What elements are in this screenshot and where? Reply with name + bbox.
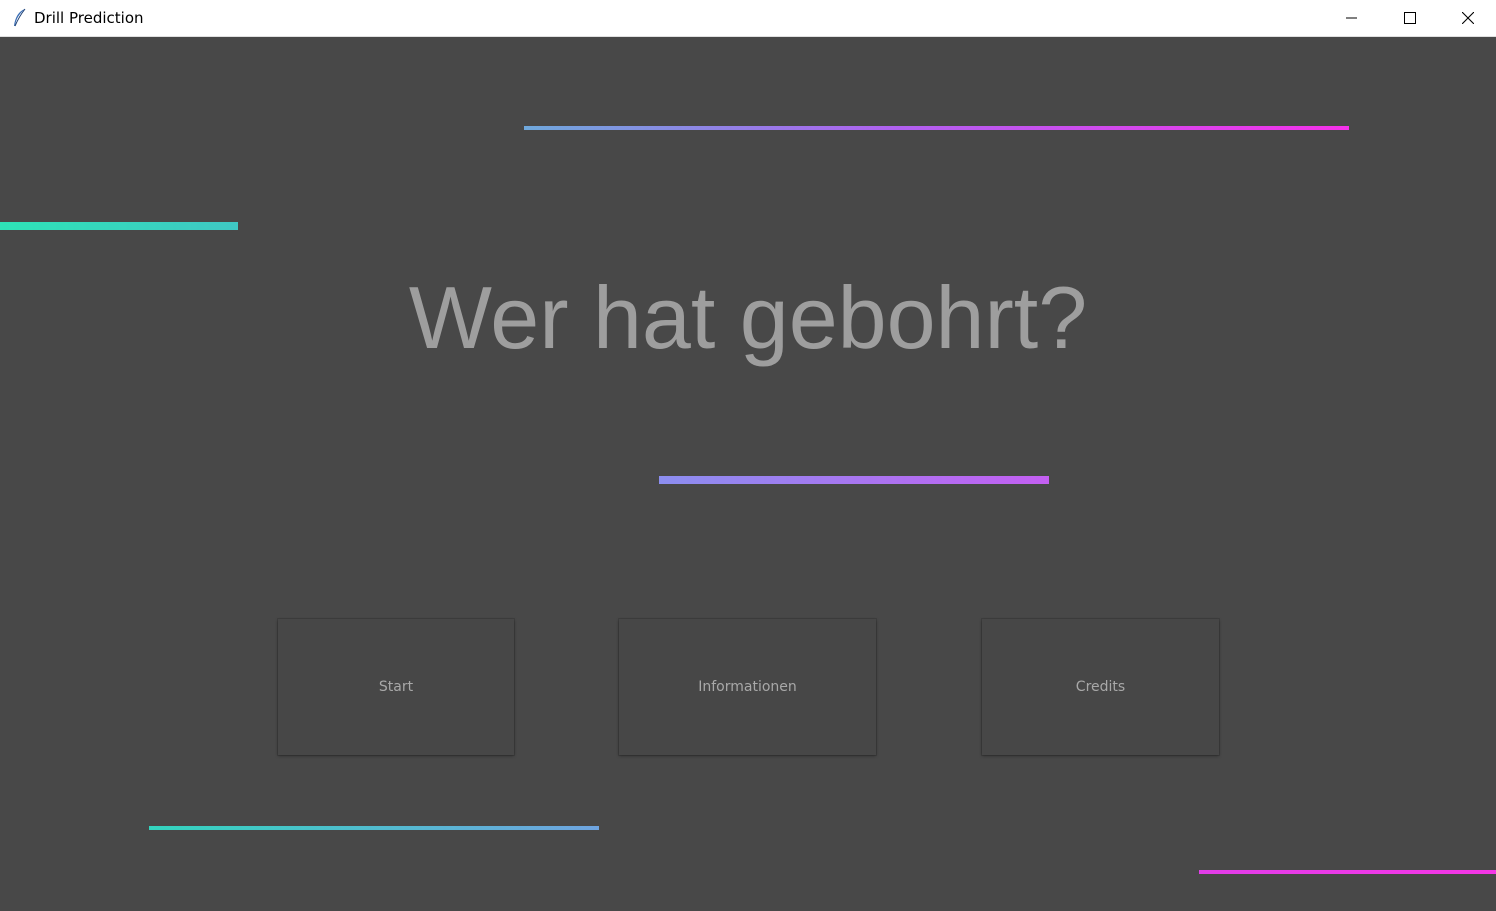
decorative-line: [524, 126, 1349, 130]
close-button[interactable]: [1439, 0, 1496, 37]
title-bar[interactable]: Drill Prediction: [0, 0, 1496, 37]
feather-icon: [11, 8, 27, 28]
credits-button[interactable]: Credits: [982, 619, 1219, 755]
information-button[interactable]: Informationen: [619, 619, 876, 755]
decorative-line: [1199, 870, 1496, 874]
start-button[interactable]: Start: [278, 619, 514, 755]
minimize-button[interactable]: [1323, 0, 1381, 37]
decorative-line: [659, 476, 1049, 484]
minimize-icon: [1346, 9, 1358, 28]
maximize-icon: [1404, 9, 1416, 28]
decorative-line: [149, 826, 599, 830]
decorative-line: [0, 222, 238, 230]
window-title: Drill Prediction: [34, 9, 144, 27]
headline: Wer hat gebohrt?: [408, 268, 1088, 367]
app-window: Drill Prediction Wer hat gebohrt? Start …: [0, 0, 1496, 911]
close-icon: [1461, 9, 1475, 28]
maximize-button[interactable]: [1381, 0, 1439, 37]
main-canvas: Wer hat gebohrt? Start Informationen Cre…: [0, 38, 1496, 911]
